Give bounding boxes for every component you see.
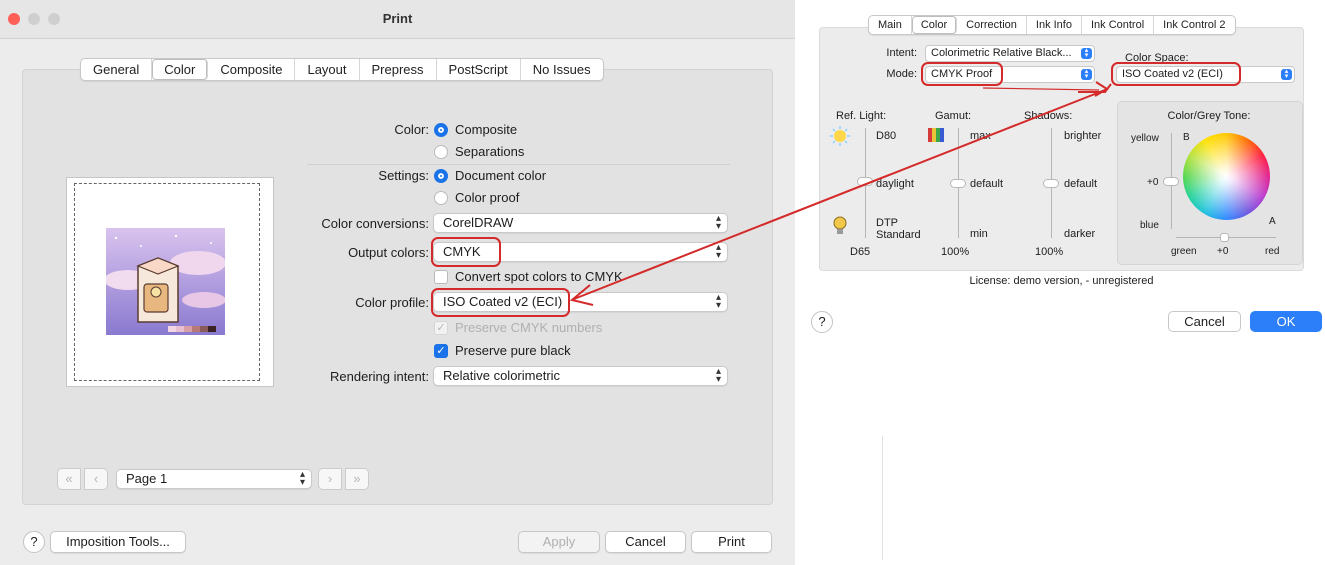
annotation-arrow: [982, 87, 1100, 91]
annotation-arrows: [569, 81, 1112, 306]
annotation-arrow: [573, 89, 1106, 300]
